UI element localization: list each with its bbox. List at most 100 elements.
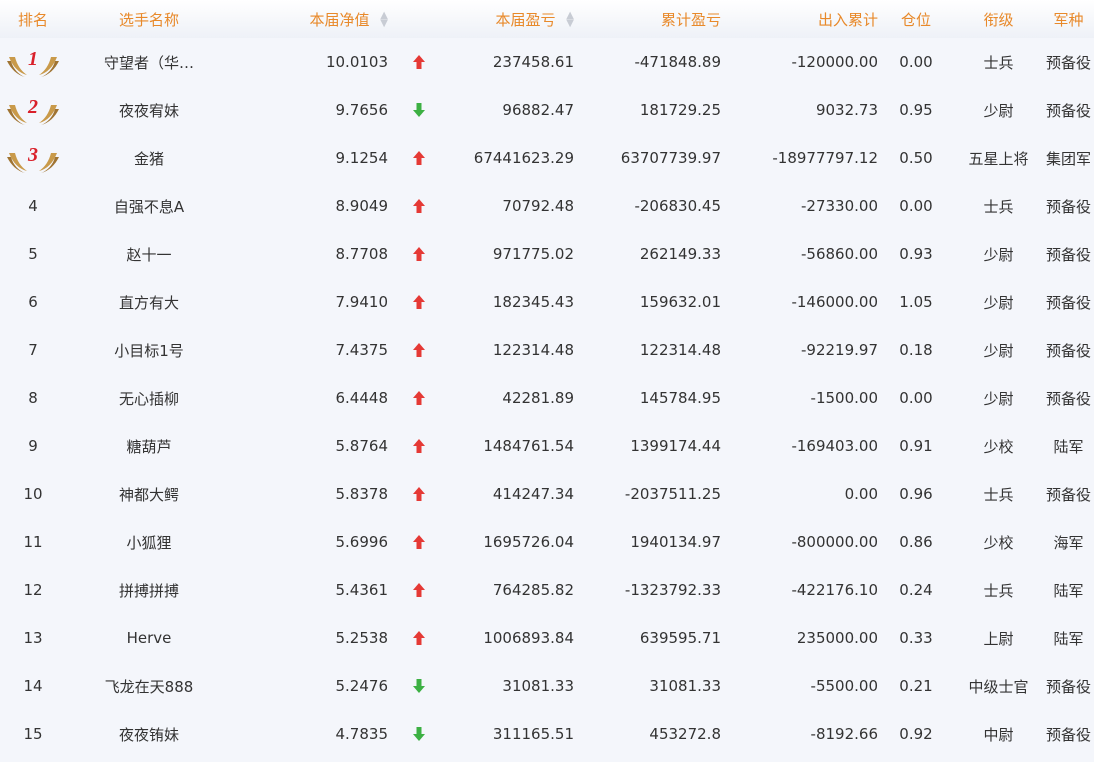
title-cell: 少尉	[983, 245, 1014, 264]
title-cell: 少尉	[983, 293, 1014, 312]
position-cell: 0.24	[899, 581, 933, 599]
cum-pnl-cell: 159632.01	[639, 293, 721, 311]
table-row[interactable]: 13 Herve 5.2538 1006893.84 639595.71 235000.0…	[0, 614, 1094, 662]
cum-pnl-cell: 262149.33	[639, 245, 721, 263]
position-cell: 0.86	[899, 533, 933, 551]
rank-cell: 15	[23, 725, 43, 743]
header-pnl[interactable]: 本届盈亏 ▲ ▼	[428, 0, 575, 38]
table-row[interactable]: 4 自强不息A 8.9049 70792.48 -206830.45 -27330.00 0…	[0, 182, 1094, 230]
cum-pnl-cell: 181729.25	[639, 101, 721, 119]
rank-cell: 11	[23, 533, 43, 551]
table-row[interactable]: 2 夜夜宥妹 9.7656 96882.47 181729.25 9032.73 0.95…	[0, 86, 1094, 134]
pnl-cell: 96882.47	[502, 101, 574, 119]
rank-number: 1	[28, 48, 38, 70]
inout-cell: -5500.00	[810, 677, 878, 695]
pnl-cell: 764285.82	[492, 581, 574, 599]
rank-cell: 5	[28, 245, 38, 263]
player-name[interactable]: 飞龙在天888	[66, 662, 232, 710]
table-row[interactable]: 15 夜夜铕妹 4.7835 311165.51 453272.8 -8192.66 0.9…	[0, 710, 1094, 758]
table-row[interactable]: 1 守望者（华… 10.0103 237458.61 -471848.89 -12000…	[0, 38, 1094, 86]
header-title: 衔级	[983, 10, 1014, 29]
cum-pnl-cell: 1399174.44	[630, 437, 721, 455]
cum-pnl-cell: 639595.71	[639, 629, 721, 647]
cum-pnl-cell: -1323792.33	[624, 581, 721, 599]
table-row[interactable]: 5 赵十一 8.7708 971775.02 262149.33 -56860.00 0.9…	[0, 230, 1094, 278]
army-cell: 预备役	[1045, 677, 1091, 696]
player-name[interactable]: 夜夜铕妹	[66, 710, 232, 758]
arrow-up-icon	[413, 55, 425, 69]
arrow-up-icon	[413, 631, 425, 645]
sort-icon[interactable]: ▲ ▼	[566, 11, 574, 29]
player-name[interactable]: Herve	[66, 614, 232, 662]
inout-cell: -422176.10	[791, 581, 878, 599]
rank-cell: 7	[28, 341, 38, 359]
arrow-up-icon	[413, 487, 425, 501]
player-name[interactable]: 神都大鳄	[66, 470, 232, 518]
table-header: 排名 选手名称 本届净值 ▲ ▼ 本届盈亏 ▲ ▼ 累计盈亏 出入累计 仓位 衔级 …	[0, 0, 1094, 38]
netval-value: 5.8764	[335, 437, 389, 455]
title-cell: 中尉	[983, 725, 1014, 744]
table-row[interactable]: 3 金猪 9.1254 67441623.29 63707739.97 -1897779…	[0, 134, 1094, 182]
table-row[interactable]: 8 无心插柳 6.4448 42281.89 145784.95 -1500.00 0.00…	[0, 374, 1094, 422]
army-cell: 预备役	[1045, 101, 1091, 120]
netval-cell: 7.4375	[232, 326, 428, 374]
inout-cell: -146000.00	[791, 293, 878, 311]
position-cell: 0.95	[899, 101, 933, 119]
cum-pnl-cell: 453272.8	[649, 725, 721, 743]
table-row[interactable]: 6 直方有大 7.9410 182345.43 159632.01 -146000.00 1…	[0, 278, 1094, 326]
cum-pnl-cell: 1940134.97	[630, 533, 721, 551]
player-name[interactable]: 小狐狸	[66, 518, 232, 566]
title-cell: 少尉	[983, 341, 1014, 360]
table-row[interactable]: 14 飞龙在天888 5.2476 31081.33 31081.33 -5500.00 0…	[0, 662, 1094, 710]
player-name[interactable]: 金猪	[66, 134, 232, 182]
title-cell: 中级士官	[968, 677, 1029, 696]
inout-cell: 235000.00	[796, 629, 878, 647]
pnl-cell: 42281.89	[502, 389, 574, 407]
inout-cell: -27330.00	[801, 197, 878, 215]
player-name[interactable]: 拼搏拼搏	[66, 566, 232, 614]
army-cell: 预备役	[1045, 389, 1091, 408]
position-cell: 1.05	[899, 293, 933, 311]
rank-number: 3	[28, 144, 38, 166]
pnl-cell: 311165.51	[492, 725, 574, 743]
cum-pnl-cell: -2037511.25	[624, 485, 721, 503]
sort-icon[interactable]: ▲ ▼	[380, 11, 388, 29]
army-cell: 预备役	[1045, 725, 1091, 744]
table-row[interactable]: 12 拼搏拼搏 5.4361 764285.82 -1323792.33 -422176.…	[0, 566, 1094, 614]
arrow-up-icon	[413, 199, 425, 213]
player-name[interactable]: 小目标1号	[66, 326, 232, 374]
table-row[interactable]: 7 小目标1号 7.4375 122314.48 122314.48 -92219.97 0…	[0, 326, 1094, 374]
pnl-cell: 182345.43	[492, 293, 574, 311]
header-rank: 排名	[17, 10, 48, 29]
player-name[interactable]: 守望者（华…	[66, 38, 232, 86]
arrow-up-icon	[413, 535, 425, 549]
netval-value: 5.2538	[335, 629, 389, 647]
title-cell: 上尉	[983, 629, 1014, 648]
netval-value: 8.7708	[335, 245, 389, 263]
table-row[interactable]: 11 小狐狸 5.6996 1695726.04 1940134.97 -800000.0…	[0, 518, 1094, 566]
player-name[interactable]: 无心插柳	[66, 374, 232, 422]
player-name[interactable]: 夜夜宥妹	[66, 86, 232, 134]
header-position: 仓位	[900, 10, 931, 29]
pnl-cell: 414247.34	[492, 485, 574, 503]
netval-cell: 5.4361	[232, 566, 428, 614]
player-name[interactable]: 糖葫芦	[66, 422, 232, 470]
player-name[interactable]: 直方有大	[66, 278, 232, 326]
title-cell: 少校	[983, 437, 1014, 456]
rank-number: 2	[28, 96, 38, 118]
rank-cell: 2	[0, 86, 66, 134]
arrow-up-icon	[413, 151, 425, 165]
table-row[interactable]: 9 糖葫芦 5.8764 1484761.54 1399174.44 -169403.00…	[0, 422, 1094, 470]
header-pnl-label: 本届盈亏	[495, 10, 556, 29]
netval-value: 10.0103	[325, 53, 388, 71]
position-cell: 0.96	[899, 485, 933, 503]
position-cell: 0.91	[899, 437, 933, 455]
arrow-down-icon	[413, 727, 425, 741]
rank-cell: 1	[0, 38, 66, 86]
player-name[interactable]: 自强不息A	[66, 182, 232, 230]
header-netval[interactable]: 本届净值 ▲ ▼	[232, 0, 428, 38]
player-name[interactable]: 赵十一	[66, 230, 232, 278]
medal-icon: 3	[5, 141, 61, 175]
table-row[interactable]: 10 神都大鳄 5.8378 414247.34 -2037511.25 0.00 0.96…	[0, 470, 1094, 518]
netval-value: 7.9410	[335, 293, 389, 311]
